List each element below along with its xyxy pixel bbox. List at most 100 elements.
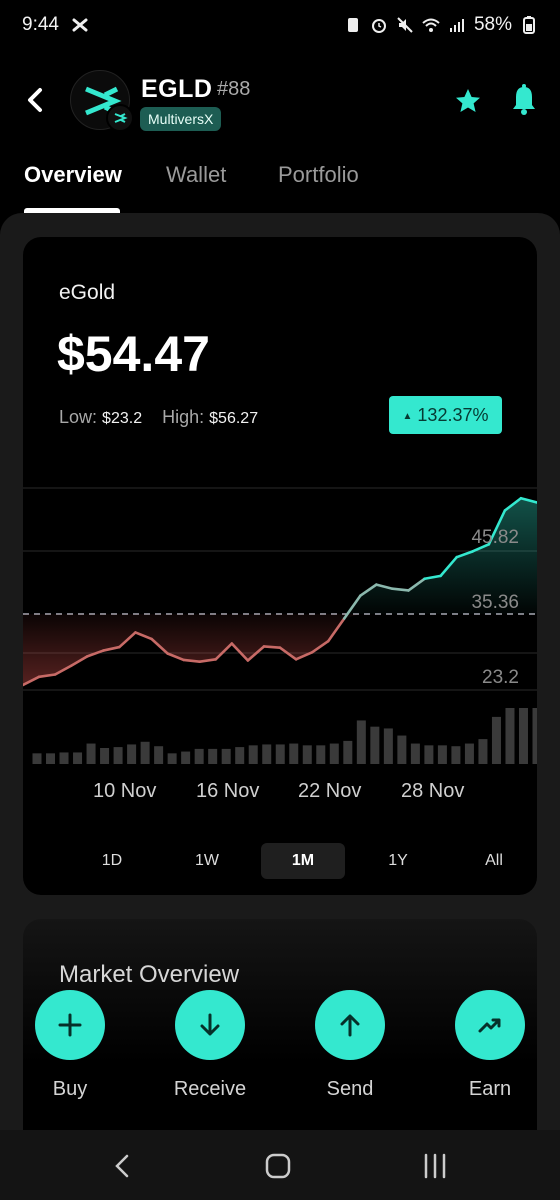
buy-button[interactable]: Buy	[20, 990, 120, 1101]
mute-icon	[397, 17, 413, 33]
status-bar: 9:44 58%	[0, 0, 560, 50]
low-label: Low:	[59, 407, 98, 427]
earn-label: Earn	[468, 1078, 512, 1100]
volume-bar	[397, 735, 407, 764]
volume-bar	[100, 748, 110, 764]
volume-bar	[248, 745, 258, 764]
timeframe-all[interactable]: All	[452, 843, 536, 879]
alarm-icon	[371, 19, 386, 33]
timeframe-1m[interactable]: 1M	[261, 843, 345, 879]
timeframe-1y[interactable]: 1Y	[356, 843, 440, 879]
chain-logo-badge-icon	[106, 104, 134, 132]
x-tick-label: 16 Nov	[196, 780, 260, 802]
star-icon[interactable]	[453, 86, 483, 116]
volume-bar	[532, 708, 537, 764]
coin-header: EGLD #88 MultiversX	[0, 60, 560, 140]
up-triangle-icon: ▲	[402, 411, 413, 422]
bell-icon[interactable]	[509, 84, 539, 116]
timeframe-1d[interactable]: 1D	[70, 843, 154, 879]
tab-overview[interactable]: Overview	[24, 162, 122, 188]
volume-bar	[410, 743, 420, 764]
send-label: Send	[326, 1078, 374, 1100]
volume-bar	[167, 753, 177, 764]
high-value: $56.27	[209, 410, 259, 427]
volume-bar	[370, 726, 380, 764]
arrow-up-icon	[315, 990, 385, 1060]
volume-bar	[32, 753, 42, 764]
x-tick-label: 10 Nov	[93, 780, 157, 802]
send-button[interactable]: Send	[300, 990, 400, 1101]
chart-area-down	[23, 614, 537, 685]
volume-bar	[356, 720, 366, 764]
volume-bar	[464, 743, 474, 764]
low-value: $23.2	[102, 410, 143, 427]
volume-bar	[262, 744, 272, 764]
battery-icon	[523, 16, 535, 34]
volume-bar	[140, 741, 150, 764]
volume-bar	[316, 745, 326, 764]
volume-bar	[86, 743, 96, 764]
action-bar: Buy Receive Send Earn	[0, 990, 560, 1110]
battery-saver-icon	[347, 18, 358, 32]
system-nav-bar	[0, 1130, 560, 1200]
volume-bar	[518, 708, 528, 764]
price-range: Low: $23.2 High: $56.27	[59, 407, 258, 428]
x-tick-label: 22 Nov	[298, 780, 362, 802]
volume-bar	[154, 746, 164, 764]
nav-recents-icon[interactable]	[415, 1150, 455, 1182]
receive-label: Receive	[173, 1078, 247, 1100]
signal-icon	[449, 19, 464, 32]
arrow-down-icon	[175, 990, 245, 1060]
chart-line-segment	[182, 658, 201, 663]
receive-button[interactable]: Receive	[160, 990, 260, 1101]
x-tick-label: 28 Nov	[401, 780, 465, 802]
coin-name: eGold	[59, 281, 116, 304]
price-change-badge: ▲ 132.37%	[389, 396, 502, 434]
nav-home-icon[interactable]	[258, 1150, 298, 1182]
y-tick-label: 35.36	[471, 592, 519, 613]
chain-badge[interactable]: MultiversX	[140, 107, 222, 131]
earn-button[interactable]: Earn	[440, 990, 540, 1101]
coin-symbol: EGLD	[141, 75, 213, 103]
volume-bar	[383, 728, 393, 764]
volume-bar	[59, 752, 69, 764]
volume-bar	[46, 753, 56, 764]
price-card: eGold $54.47 Low: $23.2 High: $56.27 ▲ 1…	[23, 237, 537, 895]
volume-bar	[235, 747, 245, 764]
plus-icon	[35, 990, 105, 1060]
volume-bar	[437, 745, 447, 764]
price-chart[interactable]: 45.82 35.36 23.2	[23, 477, 537, 777]
timeframe-selector: 1D 1W 1M 1Y All	[46, 843, 516, 879]
volume-bar	[478, 739, 488, 764]
volume-bar	[194, 748, 204, 764]
volume-bar	[343, 740, 353, 764]
volume-bar	[424, 745, 434, 764]
chart-line-segment	[262, 645, 282, 649]
volume-bar	[329, 743, 339, 764]
coin-rank: #88	[217, 78, 251, 100]
buy-label: Buy	[52, 1078, 88, 1100]
chart-line-segment	[391, 587, 410, 592]
battery-percent: 58%	[473, 14, 512, 35]
volume-bar	[451, 746, 461, 764]
market-overview-title: Market Overview	[59, 961, 240, 988]
tab-wallet[interactable]: Wallet	[166, 162, 226, 188]
volume-bar	[73, 752, 83, 764]
tab-portfolio[interactable]: Portfolio	[278, 162, 359, 188]
volume-bar	[302, 745, 312, 764]
volume-bar	[289, 743, 299, 764]
volume-bar	[113, 747, 123, 764]
timeframe-1w[interactable]: 1W	[165, 843, 249, 879]
back-arrow-icon[interactable]	[20, 82, 52, 118]
volume-bar	[208, 748, 218, 764]
status-time: 9:44	[22, 14, 59, 35]
nav-back-icon[interactable]	[103, 1150, 143, 1182]
volume-bar	[491, 716, 501, 764]
high-label: High:	[162, 407, 205, 427]
tab-bar: Overview Wallet Portfolio	[0, 150, 560, 214]
trending-up-icon	[455, 990, 525, 1060]
wifi-icon	[422, 18, 440, 32]
notification-icon	[72, 18, 88, 32]
y-tick-label: 45.82	[471, 527, 519, 548]
volume-bar	[275, 744, 285, 764]
